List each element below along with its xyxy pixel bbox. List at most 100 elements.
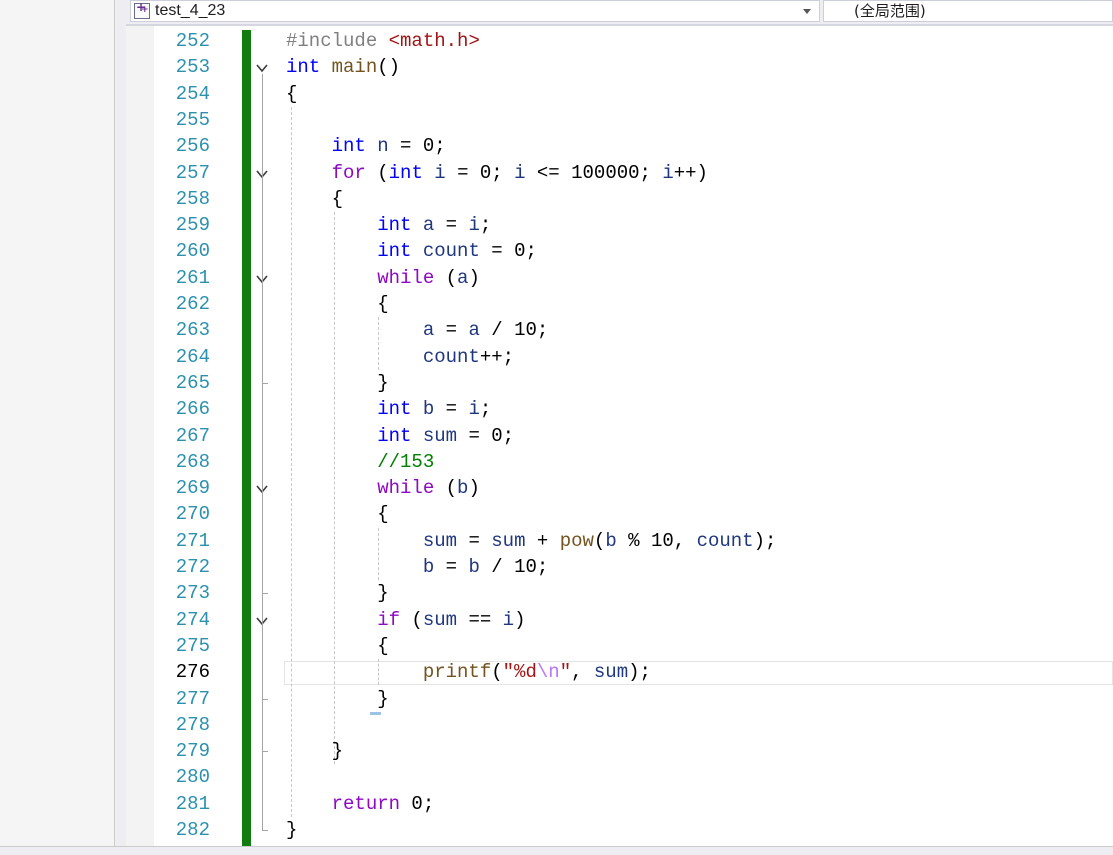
code-token-plain: ): [468, 266, 480, 289]
code-token-plain: ++;: [479, 345, 515, 368]
code-line[interactable]: 257 for (int i = 0; i <= 100000; i++): [126, 160, 1113, 186]
line-number: 255: [175, 108, 210, 131]
code-line[interactable]: 269 while (b): [126, 475, 1113, 501]
code-line[interactable]: 258 {: [126, 186, 1113, 212]
code-text[interactable]: //153: [286, 449, 434, 475]
code-text[interactable]: }: [286, 580, 388, 606]
code-token-keyword: int: [377, 240, 412, 263]
code-token-plain: ;: [479, 214, 492, 237]
code-token-plain: );: [753, 529, 777, 552]
code-token-control: return: [331, 792, 401, 815]
project-dropdown[interactable]: test_4_23: [130, 0, 820, 22]
pane-splitter[interactable]: [115, 0, 126, 846]
code-token-plain: % 10,: [616, 529, 697, 552]
code-line[interactable]: 275 {: [126, 633, 1113, 659]
code-line[interactable]: 280: [126, 764, 1113, 790]
code-text[interactable]: {: [286, 186, 343, 212]
code-line[interactable]: 279 }: [126, 738, 1113, 764]
code-line[interactable]: 267 int sum = 0;: [126, 423, 1113, 449]
code-text[interactable]: {: [286, 291, 388, 317]
code-line[interactable]: 270 {: [126, 501, 1113, 527]
code-text[interactable]: int sum = 0;: [286, 423, 514, 449]
line-number: 281: [175, 792, 210, 815]
scope-label: (全局范围): [854, 2, 926, 20]
code-line[interactable]: 273 }: [126, 580, 1113, 606]
code-line[interactable]: 281 return 0;: [126, 791, 1113, 817]
code-text[interactable]: int main(): [286, 54, 400, 80]
code-text[interactable]: }: [286, 686, 388, 712]
code-token-keyword: int: [377, 398, 412, 421]
code-text[interactable]: }: [286, 817, 297, 843]
code-line[interactable]: 276 printf("%d\n", sum);: [126, 659, 1113, 685]
code-text[interactable]: {: [286, 633, 388, 659]
line-number: 266: [175, 398, 210, 421]
code-line[interactable]: 262 {: [126, 291, 1113, 317]
code-text[interactable]: #include <math.h>: [286, 28, 480, 54]
code-token-header: <math.h>: [388, 30, 480, 52]
code-line[interactable]: 266 int b = i;: [126, 396, 1113, 422]
code-text[interactable]: if (sum == i): [286, 607, 525, 633]
code-line[interactable]: 263 a = a / 10;: [126, 317, 1113, 343]
code-line[interactable]: 252 #include <math.h>: [126, 28, 1113, 54]
line-number: 280: [175, 766, 210, 789]
code-text[interactable]: count++;: [286, 344, 514, 370]
code-token-plain: =: [457, 529, 492, 552]
code-text[interactable]: int a = i;: [286, 212, 491, 238]
code-line[interactable]: 254 {: [126, 81, 1113, 107]
code-line[interactable]: 268 //153: [126, 449, 1113, 475]
code-token-plain: ): [468, 477, 480, 500]
code-token-plain: {: [286, 82, 298, 105]
code-token-plain: (): [377, 56, 401, 79]
code-token-ident: a: [422, 214, 435, 237]
code-text[interactable]: int count = 0;: [286, 238, 537, 264]
code-line[interactable]: 253 int main(): [126, 54, 1113, 80]
code-text[interactable]: return 0;: [286, 791, 435, 817]
code-token-control: while: [377, 477, 435, 500]
code-text[interactable]: }: [286, 738, 343, 764]
code-text[interactable]: b = b / 10;: [286, 554, 548, 580]
code-text[interactable]: printf("%d\n", sum);: [286, 659, 651, 685]
code-line[interactable]: 278: [126, 712, 1113, 738]
code-text[interactable]: }: [286, 370, 388, 396]
code-token-plain: = 0;: [388, 135, 446, 158]
navigation-bar: test_4_23 (全局范围): [126, 0, 1113, 26]
code-text[interactable]: {: [286, 501, 388, 527]
code-line[interactable]: 259 int a = i;: [126, 212, 1113, 238]
code-text[interactable]: a = a / 10;: [286, 317, 548, 343]
line-number: 278: [175, 713, 210, 736]
code-line[interactable]: 265 }: [126, 370, 1113, 396]
code-line[interactable]: 272 b = b / 10;: [126, 554, 1113, 580]
code-text[interactable]: sum = sum + pow(b % 10, count);: [286, 528, 777, 554]
code-line[interactable]: 255: [126, 107, 1113, 133]
code-token-ident: sum: [422, 424, 458, 447]
code-token-plain: = 0;: [445, 161, 515, 184]
code-line[interactable]: 261 while (a): [126, 265, 1113, 291]
code-text[interactable]: int b = i;: [286, 396, 491, 422]
code-text[interactable]: for (int i = 0; i <= 100000; i++): [286, 160, 708, 186]
line-number: 268: [175, 450, 210, 473]
code-line[interactable]: 282}: [126, 817, 1113, 843]
code-text[interactable]: while (a): [286, 265, 480, 291]
code-line[interactable]: 274 if (sum == i): [126, 607, 1113, 633]
code-text[interactable]: {: [286, 81, 297, 107]
code-text[interactable]: int n = 0;: [286, 133, 446, 159]
code-line[interactable]: 264 count++;: [126, 344, 1113, 370]
code-line[interactable]: 277 }: [126, 686, 1113, 712]
chevron-down-icon[interactable]: [803, 9, 811, 14]
code-token-plain: }: [286, 819, 298, 841]
scope-dropdown[interactable]: (全局范围): [823, 0, 1113, 22]
code-token-control: while: [377, 266, 435, 289]
code-line[interactable]: 260 int count = 0;: [126, 238, 1113, 264]
code-token-ident: b: [457, 477, 469, 500]
code-text[interactable]: while (b): [286, 475, 480, 501]
code-token-ident: i: [514, 161, 526, 184]
code-editor[interactable]: 252 #include <math.h> 253 int main() 254{255…: [126, 26, 1113, 846]
code-line[interactable]: 256 int n = 0;: [126, 133, 1113, 159]
code-line[interactable]: 271 sum = sum + pow(b % 10, count);: [126, 528, 1113, 554]
